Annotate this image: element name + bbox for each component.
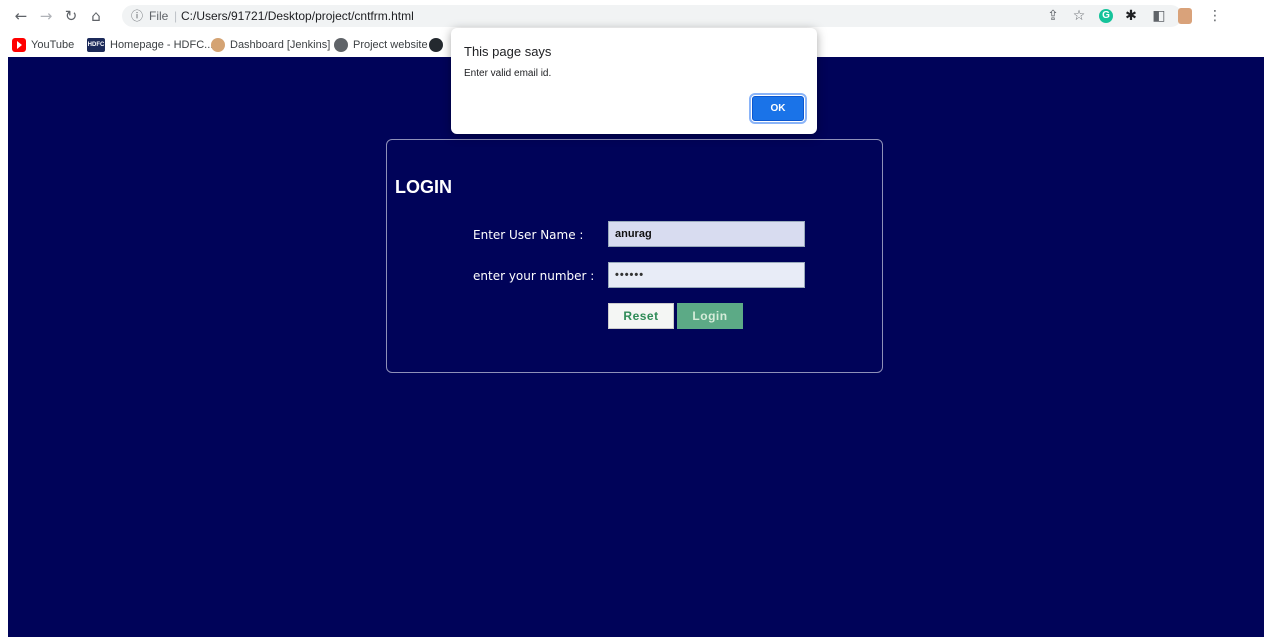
bookmark-project-website[interactable]: Project website bbox=[334, 36, 428, 54]
url-separator: | bbox=[174, 9, 178, 23]
page-body: LOGIN Enter User Name : anurag enter you… bbox=[8, 57, 1264, 637]
forward-arrow-icon[interactable]: → bbox=[37, 7, 55, 25]
reset-button[interactable]: Reset bbox=[608, 303, 674, 329]
star-icon[interactable]: ☆ bbox=[1070, 7, 1088, 25]
more-menu-icon[interactable]: ⋮ bbox=[1206, 7, 1224, 25]
number-label: enter your number : bbox=[473, 269, 595, 283]
ok-button[interactable]: OK bbox=[749, 93, 807, 124]
bookmark-github[interactable] bbox=[429, 36, 448, 54]
bookmark-youtube[interactable]: YouTube bbox=[12, 36, 74, 54]
reload-icon[interactable]: ↻ bbox=[62, 7, 80, 25]
bookmark-label: Dashboard [Jenkins] bbox=[230, 39, 331, 51]
bookmark-label: YouTube bbox=[31, 39, 75, 51]
globe-icon bbox=[334, 38, 348, 52]
grammarly-icon[interactable]: G bbox=[1099, 9, 1113, 23]
hdfc-logo-icon: HDFC bbox=[87, 38, 105, 52]
url-scheme: File bbox=[149, 9, 169, 23]
login-button[interactable]: Login bbox=[677, 303, 743, 329]
share-icon[interactable]: ⇪ bbox=[1044, 7, 1062, 25]
dialog-title: This page says bbox=[464, 44, 552, 59]
login-title: LOGIN bbox=[395, 177, 452, 197]
side-panel-icon[interactable]: ◧ bbox=[1150, 7, 1168, 25]
number-input[interactable]: •••••• bbox=[608, 262, 805, 288]
youtube-icon bbox=[12, 38, 26, 52]
bookmark-jenkins[interactable]: Dashboard [Jenkins] bbox=[211, 36, 330, 54]
jenkins-icon bbox=[211, 38, 225, 52]
login-form: LOGIN Enter User Name : anurag enter you… bbox=[386, 139, 883, 373]
username-input[interactable]: anurag bbox=[608, 221, 805, 247]
bookmark-label: Project website bbox=[353, 39, 428, 51]
back-arrow-icon[interactable]: ← bbox=[12, 7, 30, 25]
username-label: Enter User Name : bbox=[473, 228, 584, 242]
extensions-puzzle-icon[interactable]: ✱ bbox=[1122, 7, 1140, 25]
dialog-message: Enter valid email id. bbox=[464, 68, 552, 79]
github-icon bbox=[429, 38, 443, 52]
bookmark-hdfc[interactable]: HDFC Homepage - HDFC... bbox=[87, 36, 213, 54]
info-icon[interactable]: ⓘ bbox=[131, 8, 143, 24]
alert-dialog: This page says Enter valid email id. OK bbox=[451, 28, 817, 134]
bookmark-label: Homepage - HDFC... bbox=[110, 39, 214, 51]
home-icon[interactable]: ⌂ bbox=[87, 7, 105, 25]
url-text[interactable]: C:/Users/91721/Desktop/project/cntfrm.ht… bbox=[181, 8, 414, 24]
profile-avatar-icon[interactable] bbox=[1178, 8, 1192, 24]
